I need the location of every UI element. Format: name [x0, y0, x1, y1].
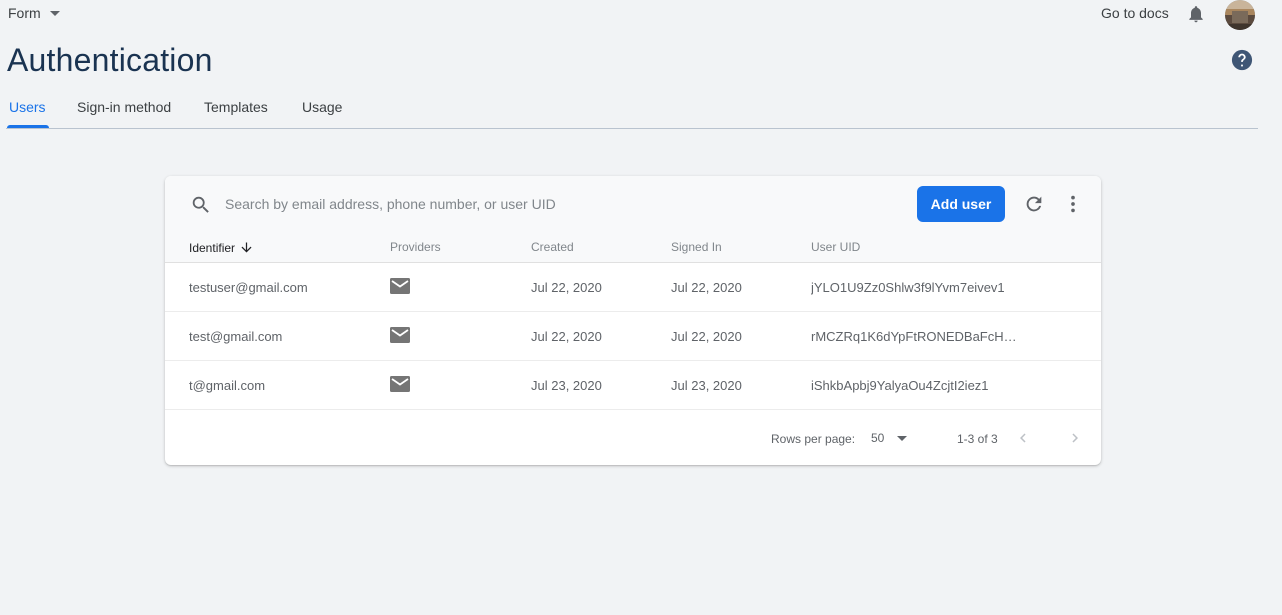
- pagination-range: 1-3 of 3: [957, 432, 998, 446]
- signed-in-cell: Jul 22, 2020: [671, 329, 742, 344]
- user-uid-cell[interactable]: rMCZRq1K6dYpFtRONEDBaFcHr6…: [811, 329, 1017, 344]
- created-cell: Jul 23, 2020: [531, 378, 602, 393]
- column-header-label: Identifier: [189, 240, 236, 255]
- page-title: Authentication: [7, 42, 213, 78]
- add-user-button[interactable]: Add user: [917, 186, 1005, 222]
- column-header-signed-in[interactable]: Signed In: [671, 240, 722, 254]
- go-to-docs-link[interactable]: Go to docs: [1101, 5, 1169, 21]
- help-icon[interactable]: [1231, 49, 1253, 71]
- search-input[interactable]: [223, 192, 647, 216]
- user-uid-cell[interactable]: jYLO1U9Zz0Shlw3f9lYvm7eivev1: [811, 280, 1017, 295]
- email-icon: [390, 278, 410, 294]
- email-icon: [390, 376, 410, 392]
- column-header-user-uid: User UID: [811, 240, 861, 254]
- column-header-providers: Providers: [390, 240, 441, 254]
- avatar[interactable]: [1224, 0, 1256, 30]
- users-table-card: Add user Identifier Providers Created Si…: [165, 176, 1101, 465]
- table-row[interactable]: t@gmail.com Jul 23, 2020 Jul 23, 2020 iS…: [165, 361, 1101, 410]
- created-cell: Jul 22, 2020: [531, 329, 602, 344]
- tab-users[interactable]: Users: [7, 99, 49, 128]
- project-name: Form: [8, 5, 41, 21]
- signed-in-cell: Jul 22, 2020: [671, 280, 742, 295]
- top-bar: Form Go to docs: [0, 0, 1282, 30]
- rows-per-page-select[interactable]: 50: [871, 431, 911, 447]
- rows-per-page-value: 50: [871, 431, 885, 445]
- search-icon: [192, 196, 209, 213]
- identifier-cell: testuser@gmail.com: [189, 280, 308, 295]
- chevron-down-icon: [897, 436, 907, 441]
- identifier-cell: test@gmail.com: [189, 329, 283, 344]
- tab-usage[interactable]: Usage: [302, 99, 342, 127]
- tab-bar: Users Sign-in method Templates Usage: [6, 95, 1258, 129]
- more-vert-icon[interactable]: [1062, 193, 1084, 215]
- email-icon: [390, 327, 410, 343]
- chevron-left-icon[interactable]: [1014, 429, 1032, 447]
- bell-icon[interactable]: [1186, 4, 1206, 24]
- table-row[interactable]: test@gmail.com Jul 22, 2020 Jul 22, 2020…: [165, 312, 1101, 361]
- created-cell: Jul 22, 2020: [531, 280, 602, 295]
- tab-sign-in-method[interactable]: Sign-in method: [77, 99, 171, 127]
- user-uid-cell[interactable]: iShkbApbj9YalyaOu4ZcjtI2iez1: [811, 378, 1017, 393]
- column-header-identifier[interactable]: Identifier: [189, 240, 254, 255]
- column-header-created[interactable]: Created: [531, 240, 574, 254]
- signed-in-cell: Jul 23, 2020: [671, 378, 742, 393]
- refresh-icon[interactable]: [1023, 193, 1045, 215]
- tab-templates[interactable]: Templates: [204, 99, 268, 127]
- project-switcher[interactable]: Form: [8, 5, 60, 21]
- table-row[interactable]: testuser@gmail.com Jul 22, 2020 Jul 22, …: [165, 263, 1101, 312]
- rows-per-page-label: Rows per page:: [771, 432, 856, 446]
- arrow-down-icon: [241, 242, 252, 253]
- chevron-down-icon: [49, 11, 60, 16]
- chevron-right-icon[interactable]: [1066, 429, 1084, 447]
- table-toolbar: Add user Identifier Providers Created Si…: [165, 176, 1101, 263]
- identifier-cell: t@gmail.com: [189, 378, 266, 393]
